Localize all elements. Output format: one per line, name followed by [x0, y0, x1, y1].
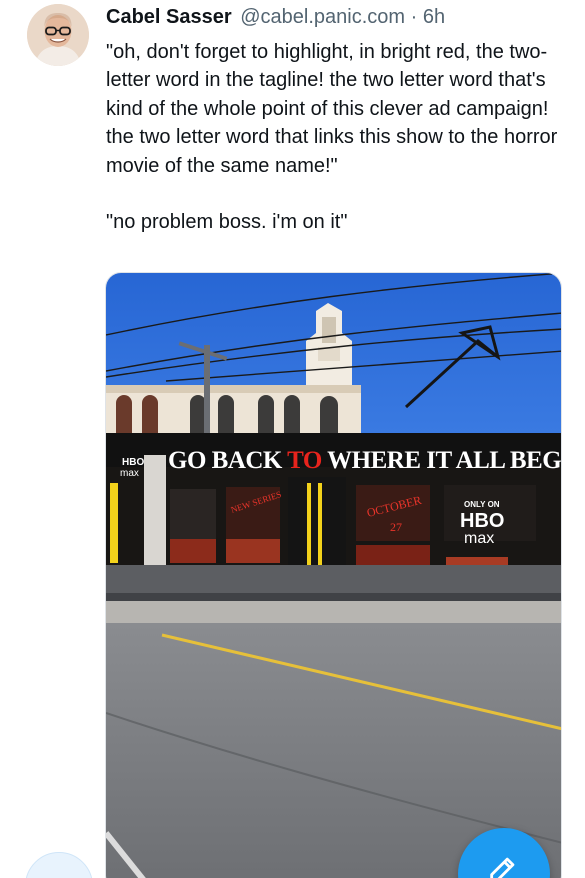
author-name[interactable]: Cabel Sasser — [106, 6, 232, 28]
compose-pen-icon — [490, 857, 515, 878]
tweet-text: "oh, don't forget to highlight, in brigh… — [106, 38, 571, 236]
tram-tagline: GO BACK TO WHERE IT ALL BEGAN — [168, 447, 562, 474]
tweet-photo[interactable]: GO BACK TO WHERE IT ALL BEGAN HBO max NE… — [105, 272, 562, 878]
floating-button-partial[interactable] — [25, 852, 93, 878]
tweet-header: Cabel Sasser @cabel.panic.com · 6h — [106, 4, 445, 30]
svg-text:HBO: HBO — [460, 510, 504, 532]
tweet-paragraph: "no problem boss. i'm on it" — [106, 211, 348, 234]
tram-photo-illustration: GO BACK TO WHERE IT ALL BEGAN HBO max NE… — [106, 273, 562, 878]
tweet-paragraph: "oh, don't forget to highlight, in brigh… — [106, 41, 558, 177]
svg-text:27: 27 — [390, 520, 402, 534]
sidewalk — [106, 601, 561, 623]
author-avatar[interactable] — [27, 4, 89, 66]
separator-dot: · — [410, 6, 418, 28]
author-handle[interactable]: @cabel.panic.com — [240, 6, 405, 28]
svg-text:max: max — [120, 468, 139, 479]
svg-text:HBO: HBO — [122, 457, 144, 468]
timestamp[interactable]: 6h — [423, 6, 445, 28]
svg-text:ONLY ON: ONLY ON — [464, 500, 500, 509]
svg-text:max: max — [464, 530, 494, 547]
tweet[interactable]: Cabel Sasser @cabel.panic.com · 6h "oh, … — [0, 0, 585, 878]
